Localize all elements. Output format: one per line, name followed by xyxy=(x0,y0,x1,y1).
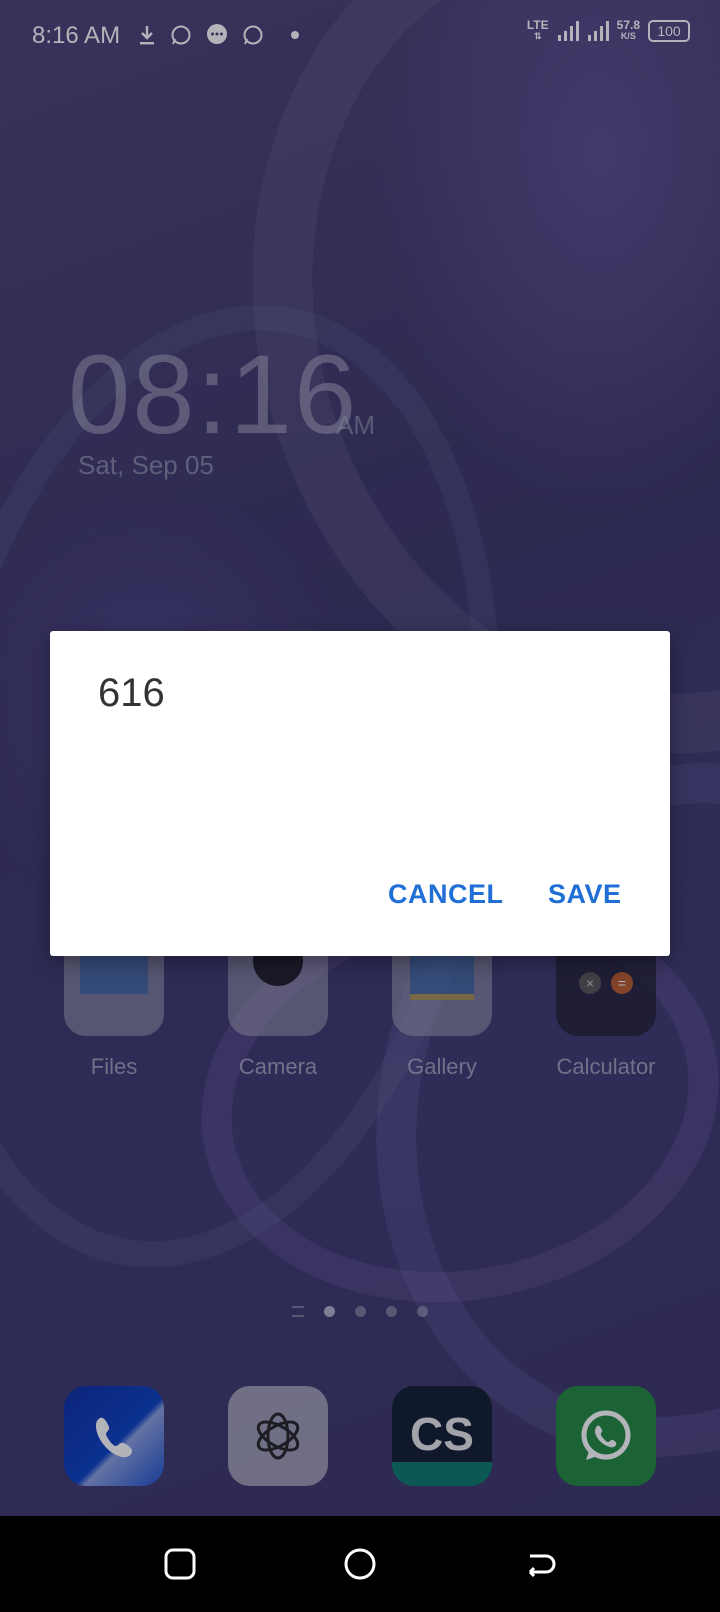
recents-icon[interactable] xyxy=(162,1546,198,1582)
save-button[interactable]: SAVE xyxy=(548,879,622,910)
home-icon[interactable] xyxy=(342,1546,378,1582)
cancel-button[interactable]: CANCEL xyxy=(388,879,504,910)
navigation-bar xyxy=(0,1516,720,1612)
dialog-value-field[interactable]: 616 xyxy=(98,671,165,716)
back-icon[interactable] xyxy=(522,1546,558,1582)
edit-dialog: 616 CANCEL SAVE xyxy=(50,631,670,956)
